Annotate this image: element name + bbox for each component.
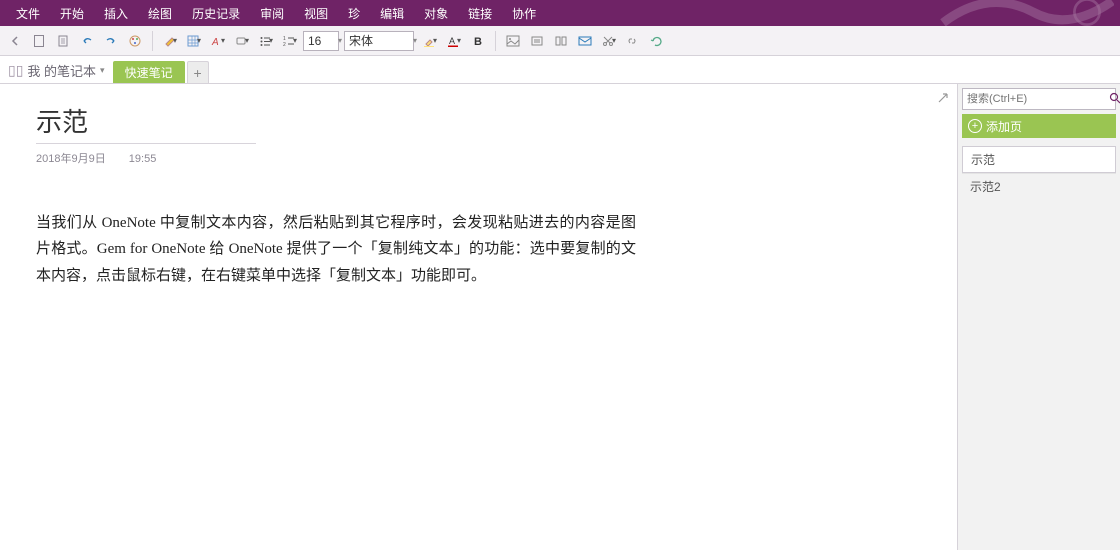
search-input[interactable] (967, 93, 1109, 105)
menu-object[interactable]: 对象 (414, 0, 458, 26)
page-title[interactable]: 示范 (36, 102, 256, 144)
expand-icon[interactable] (937, 92, 949, 107)
search-box[interactable]: ▾ (962, 88, 1116, 110)
tab-row: ▯▯ 我 的笔记本 ▾ 快速笔记 + (0, 56, 1120, 84)
menu-insert[interactable]: 插入 (94, 0, 138, 26)
back-button[interactable] (4, 30, 26, 52)
note-date: 2018年9月9日 (36, 153, 106, 165)
plus-icon: + (968, 119, 982, 133)
insert-button-1[interactable] (526, 30, 548, 52)
page-list-item[interactable]: 示范2 (962, 173, 1116, 199)
svg-text:A: A (211, 37, 219, 47)
undo-button[interactable] (76, 30, 98, 52)
note-body[interactable]: 当我们从 OneNote 中复制文本内容，然后粘贴到其它程序时，会发现粘贴进去的… (36, 210, 636, 289)
scissors-button[interactable]: ▾ (598, 30, 620, 52)
chevron-down-icon: ▾ (100, 65, 105, 76)
notebook-icon: ▯▯ (8, 62, 23, 79)
decorative-swirl-icon (934, 0, 1114, 30)
svg-text:2: 2 (283, 42, 286, 47)
bullet-list-button[interactable]: ▾ (255, 30, 277, 52)
palette-icon[interactable] (124, 30, 146, 52)
format-painter-button[interactable]: ▾ (159, 30, 181, 52)
redo-button[interactable] (100, 30, 122, 52)
menu-gem[interactable]: 珍 (338, 0, 370, 26)
svg-text:B: B (474, 36, 482, 47)
menu-home[interactable]: 开始 (50, 0, 94, 26)
add-page-label: 添加页 (986, 118, 1022, 135)
notebook-selector[interactable]: ▯▯ 我 的笔记本 ▾ (0, 61, 113, 83)
page-list-item[interactable]: 示范 (962, 146, 1116, 173)
menu-link[interactable]: 链接 (458, 0, 502, 26)
image-button[interactable] (502, 30, 524, 52)
menu-file[interactable]: 文件 (6, 0, 50, 26)
note-meta: 2018年9月9日 19:55 (36, 150, 636, 166)
separator (152, 31, 153, 51)
refresh-button[interactable] (646, 30, 668, 52)
number-list-button[interactable]: 12▾ (279, 30, 301, 52)
separator (495, 31, 496, 51)
notebook-name: 我 的笔记本 (27, 61, 96, 80)
outlook-button[interactable] (574, 30, 596, 52)
font-size-combo[interactable] (303, 31, 339, 51)
page-list: 示范 示范2 (962, 146, 1116, 199)
menu-history[interactable]: 历史记录 (182, 0, 250, 26)
tag-button[interactable]: ▾ (231, 30, 253, 52)
section-tab[interactable]: 快速笔记 (113, 61, 185, 83)
page-icon[interactable] (52, 30, 74, 52)
menu-collab[interactable]: 协作 (502, 0, 546, 26)
font-color-button[interactable]: A▾ (443, 30, 465, 52)
table-button[interactable]: ▾ (183, 30, 205, 52)
font-style-button[interactable]: A▾ (207, 30, 229, 52)
bold-button[interactable]: B (467, 30, 489, 52)
note-container: 示范 2018年9月9日 19:55 当我们从 OneNote 中复制文本内容，… (36, 102, 636, 289)
insert-button-2[interactable] (550, 30, 572, 52)
doc-icon[interactable] (28, 30, 50, 52)
add-page-button[interactable]: + 添加页 (962, 114, 1116, 138)
add-section-button[interactable]: + (187, 61, 209, 83)
search-icon[interactable] (1109, 92, 1120, 107)
note-time: 19:55 (129, 153, 157, 165)
highlight-button[interactable]: ▾ (419, 30, 441, 52)
menu-review[interactable]: 审阅 (250, 0, 294, 26)
menu-edit[interactable]: 编辑 (370, 0, 414, 26)
menu-view[interactable]: 视图 (294, 0, 338, 26)
menu-bar: 文件 开始 插入 绘图 历史记录 审阅 视图 珍 编辑 对象 链接 协作 (0, 0, 1120, 26)
menu-draw[interactable]: 绘图 (138, 0, 182, 26)
link-button-2[interactable] (622, 30, 644, 52)
side-panel: ▾ + 添加页 示范 示范2 (957, 84, 1120, 550)
svg-text:A: A (449, 36, 455, 46)
workspace: 示范 2018年9月9日 19:55 当我们从 OneNote 中复制文本内容，… (0, 84, 1120, 550)
page-canvas[interactable]: 示范 2018年9月9日 19:55 当我们从 OneNote 中复制文本内容，… (0, 84, 957, 550)
font-name-combo[interactable] (344, 31, 414, 51)
toolbar: ▾ ▾ A▾ ▾ ▾ 12▾ ▾ ▾ ▾ A▾ B ▾ (0, 26, 1120, 56)
